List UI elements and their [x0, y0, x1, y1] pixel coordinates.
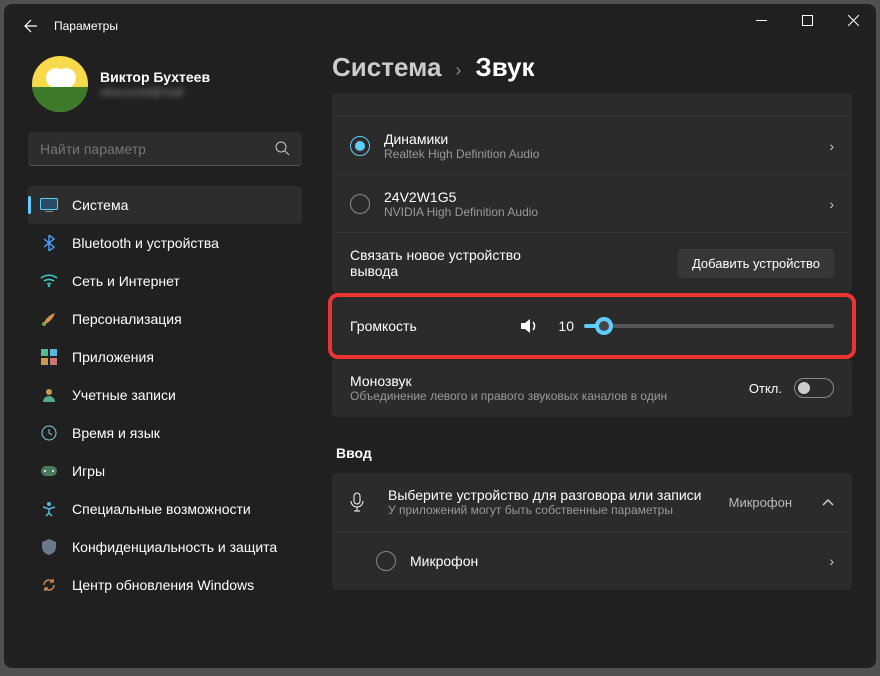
close-icon: [848, 15, 859, 26]
sidebar-item-label: Специальные возможности: [72, 501, 251, 517]
sidebar-item-privacy[interactable]: Конфиденциальность и защита: [28, 528, 302, 566]
device-name: Микрофон: [410, 553, 829, 569]
sidebar-item-label: Центр обновления Windows: [72, 577, 254, 593]
input-sub: У приложений могут быть собственные пара…: [388, 503, 713, 517]
volume-slider[interactable]: [584, 324, 834, 328]
sidebar: Виктор Бухтеев obscured@mail Система Blu…: [4, 48, 314, 668]
shield-icon: [40, 538, 58, 556]
back-button[interactable]: [12, 7, 50, 45]
chevron-right-icon: ›: [455, 60, 461, 81]
breadcrumb-parent[interactable]: Система: [332, 52, 441, 83]
maximize-button[interactable]: [784, 4, 830, 36]
toggle-state-label: Откл.: [749, 381, 782, 396]
chevron-right-icon[interactable]: ›: [829, 553, 834, 569]
device-name: 24V2W1G5: [384, 189, 829, 205]
minimize-icon: [756, 15, 767, 26]
sidebar-item-gaming[interactable]: Игры: [28, 452, 302, 490]
sidebar-item-label: Конфиденциальность и защита: [72, 539, 277, 555]
mono-title: Монозвук: [350, 373, 749, 389]
mono-toggle[interactable]: [794, 378, 834, 398]
apps-icon: [40, 348, 58, 366]
volume-label: Громкость: [350, 318, 510, 334]
input-current: Микрофон: [729, 495, 792, 510]
chevron-up-icon[interactable]: [822, 498, 834, 506]
add-device-button[interactable]: Добавить устройство: [678, 249, 834, 278]
sidebar-item-label: Сеть и Интернет: [72, 273, 180, 289]
sidebar-item-accessibility[interactable]: Специальные возможности: [28, 490, 302, 528]
mono-sub: Объединение левого и правого звуковых ка…: [350, 389, 680, 403]
speaker-icon[interactable]: [520, 318, 538, 334]
window-controls: [738, 4, 876, 36]
pair-device-label: Связать новое устройство вывода: [350, 247, 570, 279]
sidebar-item-label: Учетные записи: [72, 387, 176, 403]
output-hint-row: У приложений могут быть собственные пара…: [332, 93, 852, 117]
minimize-button[interactable]: [738, 4, 784, 36]
app-title: Параметры: [54, 19, 118, 33]
close-button[interactable]: [830, 4, 876, 36]
clock-icon: [40, 424, 58, 442]
volume-value: 10: [548, 318, 574, 334]
chevron-right-icon[interactable]: ›: [829, 138, 834, 154]
arrow-left-icon: [23, 18, 39, 34]
page-title: Звук: [475, 52, 534, 83]
settings-window: Параметры Виктор Бухтеев obscured@mail: [4, 4, 876, 668]
sidebar-item-accounts[interactable]: Учетные записи: [28, 376, 302, 414]
sidebar-item-personalization[interactable]: Персонализация: [28, 300, 302, 338]
radio-unselected[interactable]: [376, 551, 396, 571]
pair-device-row: Связать новое устройство вывода Добавить…: [332, 233, 852, 293]
radio-unselected[interactable]: [350, 194, 370, 214]
sidebar-item-label: Персонализация: [72, 311, 182, 327]
gamepad-icon: [40, 462, 58, 480]
system-icon: [40, 196, 58, 214]
volume-row: Громкость 10: [332, 297, 852, 355]
mono-row: Монозвук Объединение левого и правого зв…: [332, 359, 852, 417]
slider-thumb[interactable]: [595, 317, 613, 335]
sidebar-item-time-language[interactable]: Время и язык: [28, 414, 302, 452]
breadcrumb: Система › Звук: [332, 48, 852, 93]
search-icon: [275, 141, 290, 156]
sidebar-item-apps[interactable]: Приложения: [28, 338, 302, 376]
radio-selected[interactable]: [350, 136, 370, 156]
profile[interactable]: Виктор Бухтеев obscured@mail: [28, 48, 302, 132]
input-section-header: Ввод: [332, 421, 852, 473]
accounts-icon: [40, 386, 58, 404]
maximize-icon: [802, 15, 813, 26]
search-box[interactable]: [28, 132, 302, 166]
wifi-icon: [40, 272, 58, 290]
profile-email: obscured@mail: [100, 85, 210, 99]
brush-icon: [40, 310, 58, 328]
input-selector-row[interactable]: Выберите устройство для разговора или за…: [332, 473, 852, 532]
mono-card: Монозвук Объединение левого и правого зв…: [332, 359, 852, 417]
sidebar-item-system[interactable]: Система: [28, 186, 302, 224]
sidebar-item-bluetooth[interactable]: Bluetooth и устройства: [28, 224, 302, 262]
avatar: [32, 56, 88, 112]
sidebar-item-update[interactable]: Центр обновления Windows: [28, 566, 302, 604]
sidebar-item-label: Игры: [72, 463, 105, 479]
input-device-row[interactable]: Микрофон ›: [332, 532, 852, 590]
sidebar-item-label: Время и язык: [72, 425, 160, 441]
volume-card: Громкость 10: [332, 297, 852, 355]
titlebar: Параметры: [4, 4, 876, 48]
input-card: Выберите устройство для разговора или за…: [332, 473, 852, 590]
profile-name: Виктор Бухтеев: [100, 69, 210, 85]
update-icon: [40, 576, 58, 594]
chevron-right-icon[interactable]: ›: [829, 196, 834, 212]
sidebar-item-label: Bluetooth и устройства: [72, 235, 219, 251]
sidebar-item-label: Приложения: [72, 349, 154, 365]
sidebar-item-label: Система: [72, 197, 128, 213]
microphone-icon: [350, 492, 372, 512]
main-content: Система › Звук У приложений могут быть с…: [314, 48, 876, 668]
search-input[interactable]: [40, 141, 275, 157]
accessibility-icon: [40, 500, 58, 518]
bluetooth-icon: [40, 234, 58, 252]
output-device-row[interactable]: 24V2W1G5 NVIDIA High Definition Audio ›: [332, 175, 852, 233]
output-device-row[interactable]: Динамики Realtek High Definition Audio ›: [332, 117, 852, 175]
device-sub: Realtek High Definition Audio: [384, 147, 829, 161]
device-name: Динамики: [384, 131, 829, 147]
input-title: Выберите устройство для разговора или за…: [388, 487, 713, 503]
sidebar-item-network[interactable]: Сеть и Интернет: [28, 262, 302, 300]
output-devices-card: У приложений могут быть собственные пара…: [332, 93, 852, 293]
device-sub: NVIDIA High Definition Audio: [384, 205, 829, 219]
